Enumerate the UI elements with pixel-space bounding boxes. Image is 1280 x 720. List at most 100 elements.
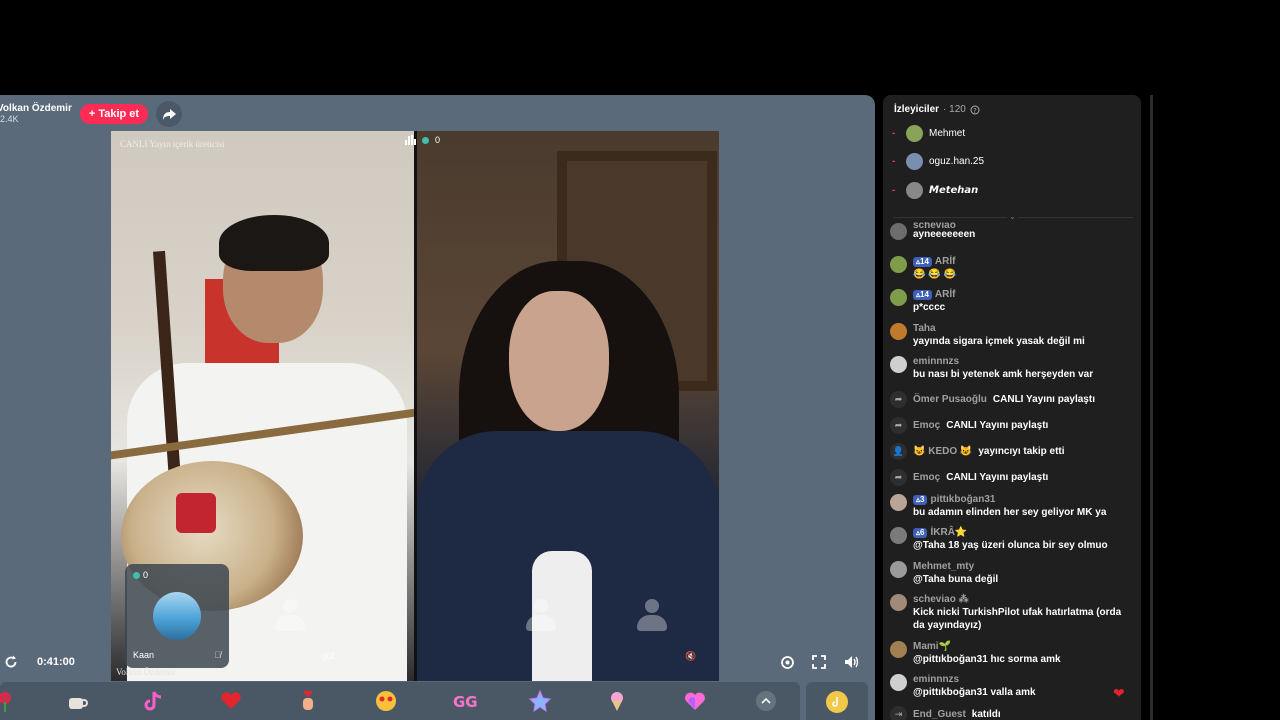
finger-heart-icon[interactable] (297, 690, 319, 712)
chat-username: pittıkboğan31 (930, 494, 996, 505)
rank-dash: - (892, 185, 896, 196)
gift-bar: GG (0, 682, 800, 720)
guest-face (509, 291, 609, 431)
chat-message[interactable]: scheviao ⁂ Kick nicki TurkishPilot ufak h… (890, 593, 1136, 632)
event-username[interactable]: Emoç (913, 472, 940, 483)
heart-box-icon[interactable] (684, 690, 706, 712)
host-name[interactable]: Volkan Özdemir (0, 104, 72, 114)
avatar (890, 641, 907, 658)
event-username[interactable]: 😺 KEDO 😺 (913, 446, 972, 457)
volume-button[interactable] (844, 653, 859, 671)
chat-username: scheviao ⁂ (913, 594, 969, 605)
join-icon: ⇥ (890, 706, 907, 720)
event-username[interactable]: Ömer Pusaoğlu (913, 394, 987, 405)
event-username[interactable]: Emoç (913, 420, 940, 431)
chat-message[interactable]: scheviao ayneeeeeeen (890, 222, 1136, 241)
tiktok-coin-icon (832, 697, 838, 707)
chat-message[interactable]: ▵3 pittıkboğan31 bu adamın elinden her sey… (890, 493, 1136, 519)
coffee-icon[interactable] (66, 690, 88, 712)
svg-text:?: ? (973, 107, 977, 115)
star-icon[interactable] (528, 689, 552, 713)
follow-button[interactable]: + Takip et (79, 104, 149, 124)
more-gifts-button[interactable] (756, 691, 776, 711)
heart-reaction-icon: ❤ (1113, 685, 1125, 701)
top-viewer-row[interactable]: - 𝙈𝙚𝙩𝙚𝙝𝙖𝙣 (892, 182, 978, 199)
tiktok-icon[interactable] (143, 690, 165, 712)
guest-coin-count: 0 (143, 570, 149, 580)
empty-seat-icon[interactable] (526, 599, 556, 635)
host-tag: Volkan Özdemir (116, 667, 176, 677)
chat-message[interactable]: Mami🌱 @pittıkboğan31 hıc sorma amk (890, 640, 1136, 666)
audio-bars-icon (405, 135, 416, 145)
volume-icon (845, 656, 859, 668)
expand-chevron-icon[interactable]: ⌄ (1007, 212, 1018, 221)
elapsed-time: 0:41:00 (37, 653, 75, 671)
avatar (890, 356, 907, 373)
chat-username: Mami🌱 (913, 641, 952, 652)
mic-muted-icon: 🎙̸ (214, 650, 221, 660)
audio-badge: 0 (405, 135, 440, 145)
rank-dash: - (892, 156, 896, 167)
share-button[interactable] (156, 101, 183, 127)
chat-message[interactable]: ▵6 İKRÂ⭐ @Taha 18 yaş üzeri olunca bir sey… (890, 526, 1136, 552)
coin-icon (422, 136, 429, 144)
viewer-name: 𝙈𝙚𝙩𝙚𝙝𝙖𝙣 (929, 185, 979, 196)
host-info[interactable]: Volkan Özdemir 2.4K (0, 104, 72, 125)
chat-text: @pittıkboğan31 hıc sorma amk (913, 654, 1061, 665)
level-badge: ▵3 (913, 494, 928, 505)
event-text: CANLI Yayını paylaştı (946, 420, 1049, 431)
love-face-icon[interactable] (375, 690, 397, 712)
viewer-name: oguz.han.25 (929, 156, 985, 167)
fullscreen-icon (812, 655, 826, 669)
avatar (890, 561, 907, 578)
fullscreen-button[interactable] (812, 653, 826, 671)
avatar (890, 223, 907, 240)
guest-seat-kaan[interactable]: 0 Kaan 🎙̸ (125, 564, 229, 668)
event-username[interactable]: End_Guest (913, 709, 966, 720)
audio-coin-count: 0 (435, 135, 441, 145)
chat-message[interactable]: ▵14 ARİf 😂 😂 😂 (890, 255, 1136, 281)
avatar (906, 153, 923, 170)
chat-panel: İzleyiciler · 120 ? - Mehmet - oguz.han.… (883, 95, 1141, 720)
empty-seat-icon[interactable] (275, 599, 305, 635)
chat-message[interactable]: Taha yayında sigara içmek yasak değil mi (890, 322, 1136, 348)
top-viewer-row[interactable]: - oguz.han.25 (892, 153, 984, 170)
ice-cream-icon[interactable] (606, 690, 628, 712)
heart-icon[interactable] (220, 690, 242, 712)
guest-coin-badge: 0 (133, 570, 148, 580)
refresh-button[interactable] (4, 653, 18, 671)
pane-divider (414, 131, 417, 681)
avatar (890, 494, 907, 511)
coin-recharge-button[interactable] (826, 691, 848, 713)
chat-message[interactable]: ▵14 ARİf p*cccc (890, 288, 1136, 314)
chat-username: ARİf (934, 289, 956, 300)
empty-seat-icon[interactable] (637, 599, 667, 635)
join-event: ⇥ End_Guest katıldı (890, 706, 1001, 720)
viewers-count: · 120 (943, 104, 966, 115)
app-root: Volkan Özdemir 2.4K + Takip et CANLI Yay… (0, 0, 1280, 720)
svg-text:GG: GG (453, 693, 478, 711)
chat-text: bu nası bi yetenek amk herşeyden var (913, 369, 1094, 380)
panel-scrollbar[interactable] (1150, 95, 1153, 720)
chat-text: bu adamın elinden her sey geliyor MK ya (913, 507, 1107, 518)
chat-message[interactable]: eminnnzs bu nası bi yetenek amk herşeyden… (890, 355, 1136, 381)
help-icon[interactable]: ? (970, 105, 980, 115)
share-icon: ➦ (890, 469, 907, 486)
gg-icon[interactable]: GG (452, 690, 478, 712)
event-text: CANLI Yayını paylaştı (946, 472, 1049, 483)
chat-username: ARİf (934, 256, 956, 267)
top-viewer-row[interactable]: - Mehmet (892, 125, 965, 142)
share-icon: ➦ (890, 417, 907, 434)
settings-icon (781, 655, 794, 669)
live-label: CANLI Yayın içerik üreticisi (120, 139, 225, 149)
chat-message[interactable]: Mehmet_mty @Taha buna değil (890, 560, 1136, 586)
chat-message[interactable]: eminnnzs @pittıkboğan31 valla amk (890, 673, 1136, 699)
event-text: CANLI Yayını paylaştı (992, 394, 1095, 405)
rose-icon[interactable] (0, 690, 16, 712)
settings-button[interactable] (780, 653, 795, 671)
video-feed[interactable]: CANLI Yayın içerik üreticisi 0 0 Kaan 🎙̸… (111, 131, 719, 681)
viewers-header[interactable]: İzleyiciler · 120 ? (894, 104, 980, 115)
viewers-title: İzleyiciler (894, 104, 940, 115)
chat-username: eminnnzs (913, 356, 960, 367)
level-badge: ▵14 (913, 256, 932, 267)
